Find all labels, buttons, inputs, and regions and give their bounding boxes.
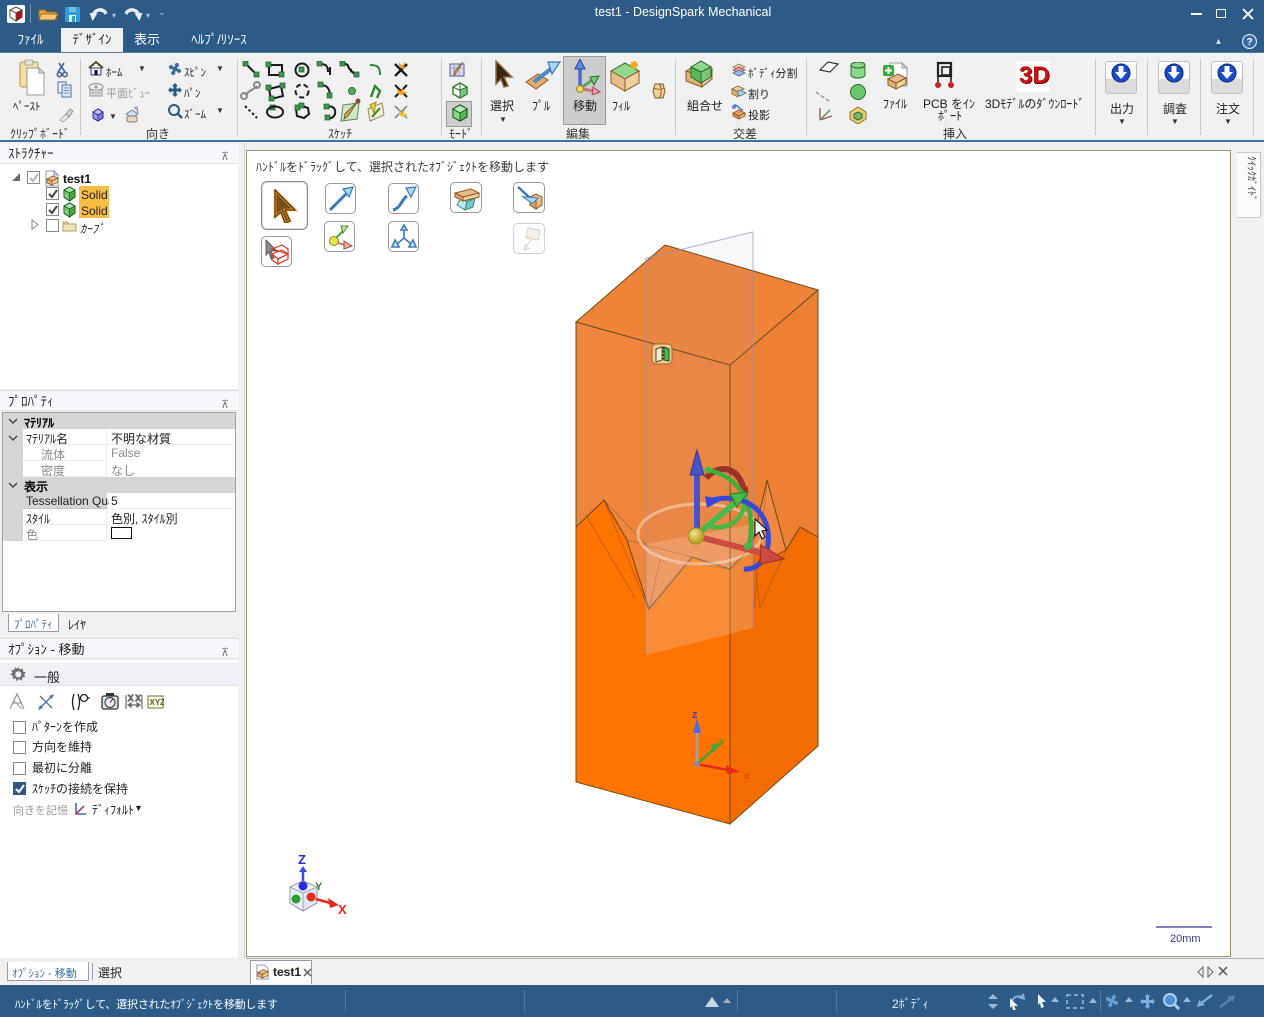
svg-text:Y: Y	[315, 881, 323, 893]
svg-text:?: ?	[1246, 37, 1252, 48]
svg-text:y: y	[719, 736, 725, 747]
svg-text:x: x	[744, 771, 750, 782]
svg-text:X X: X X	[128, 694, 142, 703]
svg-text:20mm: 20mm	[1170, 933, 1201, 945]
svg-text:X: X	[338, 902, 347, 917]
svg-text:z: z	[692, 709, 698, 721]
svg-text:Z: Z	[298, 852, 306, 867]
svg-text:XYZ: XYZ	[150, 698, 165, 707]
